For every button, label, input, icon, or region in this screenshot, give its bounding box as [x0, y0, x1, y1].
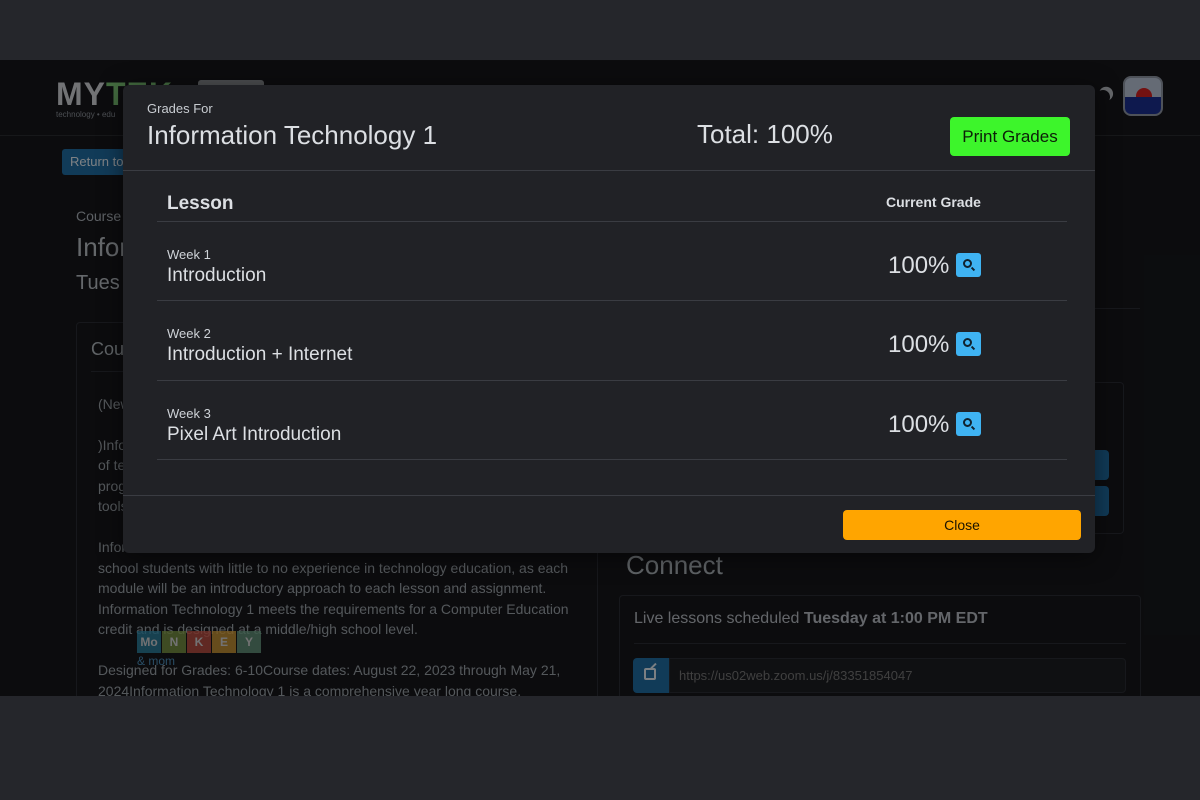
search-icon: [963, 338, 972, 348]
modal-header: Grades For Information Technology 1 Tota…: [123, 85, 1095, 171]
modal-title: Information Technology 1: [147, 120, 438, 150]
lesson-grade: 100%: [888, 252, 950, 279]
grades-table: Lesson Current Grade Week 1 Introduction…: [157, 185, 1067, 460]
app-window: MYTEK technology • edu Return to Course …: [0, 60, 1200, 696]
grades-modal: Grades For Information Technology 1 Tota…: [123, 85, 1095, 553]
week-label: Week 2: [167, 326, 211, 342]
table-row: Week 3 Pixel Art Introduction 100%: [157, 381, 1067, 460]
table-row: Week 1 Introduction 100%: [157, 222, 1067, 302]
close-button[interactable]: Close: [843, 510, 1081, 540]
lesson-name: Introduction: [167, 265, 267, 286]
search-icon: [963, 417, 972, 427]
table-row: Week 2 Introduction + Internet 100%: [157, 301, 1067, 381]
modal-footer: Close: [123, 495, 1095, 553]
week-label: Week 1: [167, 247, 211, 262]
view-grade-button[interactable]: [956, 332, 981, 357]
modal-subtitle: Grades For: [147, 101, 213, 116]
view-grade-button[interactable]: [956, 253, 981, 277]
search-icon: [963, 259, 972, 268]
week-label: Week 3: [167, 405, 211, 421]
table-header: Lesson Current Grade: [157, 185, 1067, 222]
lesson-name: Pixel Art Introduction: [167, 423, 342, 445]
lesson-grade: 100%: [888, 331, 950, 359]
column-header-lesson: Lesson: [167, 193, 234, 214]
lesson-grade: 100%: [888, 410, 950, 438]
view-grade-button[interactable]: [956, 411, 981, 436]
column-header-grade: Current Grade: [886, 194, 981, 210]
lesson-name: Introduction + Internet: [167, 344, 353, 366]
print-grades-button[interactable]: Print Grades: [950, 117, 1070, 156]
total-grade: Total: 100%: [697, 119, 833, 149]
